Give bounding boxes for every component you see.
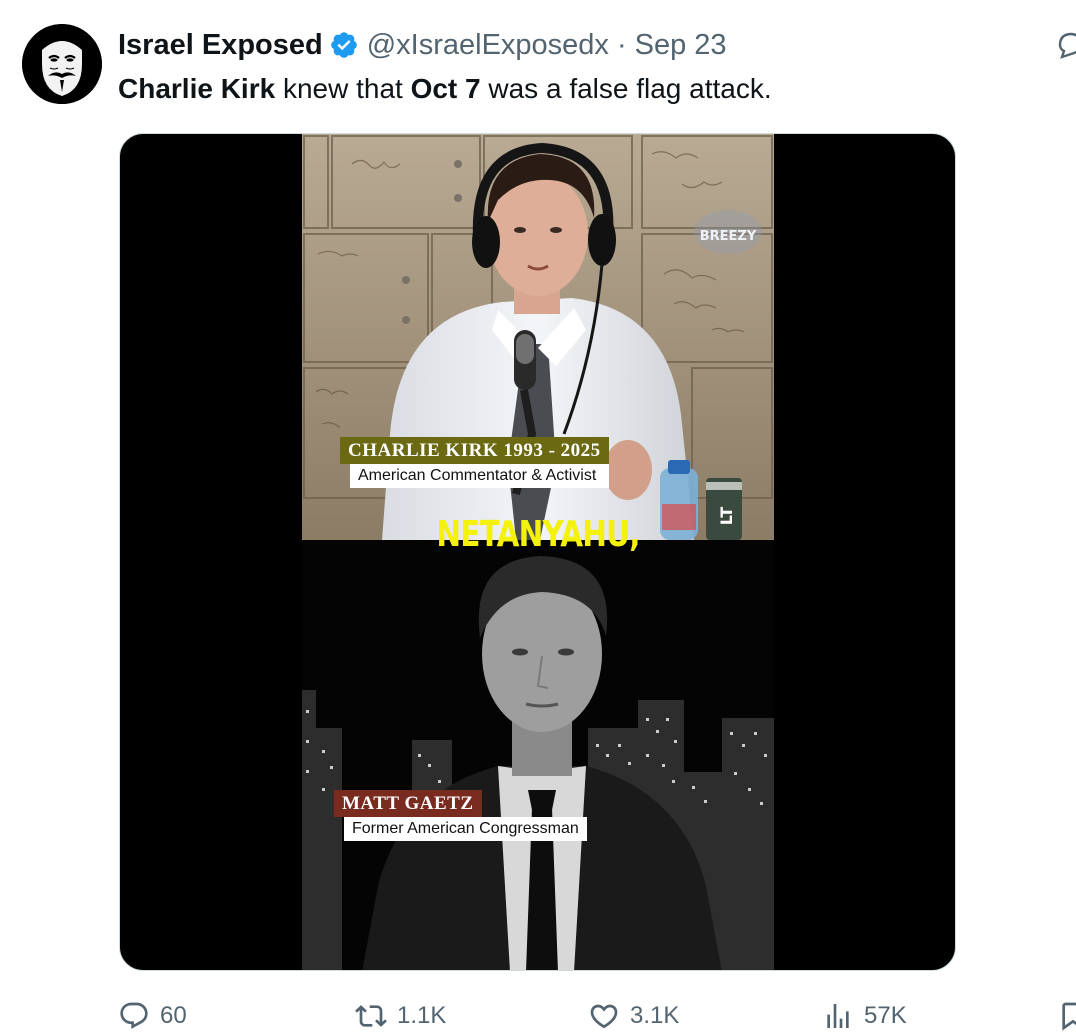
grok-icon[interactable] <box>1056 30 1076 60</box>
lower-third-matt-gaetz: MATT GAETZ Former American Congressman <box>334 790 587 841</box>
reply-count: 60 <box>160 1002 187 1029</box>
retweet-button[interactable]: 1.1K <box>355 996 446 1036</box>
views-count: 57K <box>864 1002 907 1029</box>
video-frame: BREEZY LT NETANYAHU, CHARLIE KIRK 1993 -… <box>302 134 774 970</box>
verified-badge-icon[interactable] <box>329 30 359 60</box>
svg-text:LT: LT <box>717 507 736 526</box>
avatar[interactable] <box>22 24 102 104</box>
tweet-text-bold-2: Oct 7 <box>410 73 481 104</box>
bookmark-icon <box>1062 1002 1076 1031</box>
lower-third-name: CHARLIE KIRK 1993 - 2025 <box>340 437 609 464</box>
tweet-text-bold-1: Charlie Kirk <box>118 73 276 104</box>
video-caption: NETANYAHU, <box>414 514 662 555</box>
lower-third-subtitle: Former American Congressman <box>344 817 587 841</box>
tweet-text: Charlie Kirk knew that Oct 7 was a false… <box>118 70 772 108</box>
like-count: 3.1K <box>630 1002 680 1029</box>
heart-icon <box>590 1004 618 1029</box>
reply-button[interactable]: 60 <box>118 996 187 1036</box>
views-button[interactable]: 57K <box>822 996 907 1036</box>
tweet-text-segment-4: was a false flag attack. <box>480 73 772 104</box>
reply-icon <box>120 1002 148 1029</box>
tweet-text-segment-2: knew that <box>275 73 411 104</box>
user-handle[interactable]: @xIsraelExposedx <box>367 29 609 62</box>
retweet-icon <box>355 1005 387 1027</box>
guy-fawkes-mask-icon <box>22 24 102 104</box>
tweet-date[interactable]: Sep 23 <box>635 29 727 62</box>
display-name[interactable]: Israel Exposed <box>118 29 323 62</box>
bar-chart-icon <box>827 1004 849 1028</box>
separator-dot: · <box>616 28 627 61</box>
breezy-watermark: BREEZY <box>700 229 757 244</box>
retweet-count: 1.1K <box>397 1002 447 1029</box>
breezy-watermark-logo: BREEZY <box>694 210 762 254</box>
tweet: Israel Exposed @xIsraelExposedx · Sep 23… <box>0 0 1076 1036</box>
video-bottom-clip <box>302 540 774 970</box>
video-media[interactable]: BREEZY LT NETANYAHU, CHARLIE KIRK 1993 -… <box>119 133 956 971</box>
tweet-action-bar: 60 1.1K 3.1K 57K <box>0 996 1076 1036</box>
lower-third-subtitle: American Commentator & Activist <box>350 464 609 488</box>
video-caption-text: NETANYAHU, <box>436 514 640 555</box>
lower-third-name: MATT GAETZ <box>334 790 482 817</box>
like-button[interactable]: 3.1K <box>588 996 679 1036</box>
bookmark-button[interactable] <box>1057 996 1076 1036</box>
tweet-header: Israel Exposed @xIsraelExposedx · Sep 23 <box>118 28 727 62</box>
lower-third-charlie-kirk: CHARLIE KIRK 1993 - 2025 American Commen… <box>340 437 609 488</box>
